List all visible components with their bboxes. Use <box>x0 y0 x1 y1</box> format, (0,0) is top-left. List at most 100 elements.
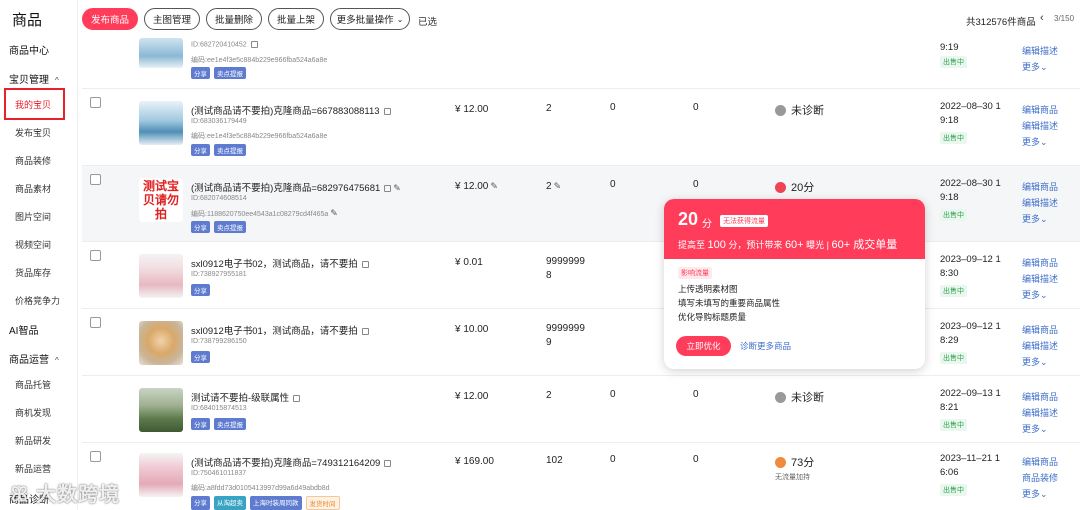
sidebar-item-product-hosting[interactable]: 商品托管 <box>15 378 51 391</box>
product-thumbnail[interactable] <box>139 254 183 298</box>
edit-desc-link[interactable]: 编辑描述 <box>1022 44 1058 57</box>
row-checkbox[interactable] <box>90 451 101 462</box>
copy-icon[interactable] <box>293 394 301 402</box>
edit-desc-link[interactable]: 编辑描述 <box>1022 196 1058 209</box>
diagnosis[interactable]: 20分 <box>775 179 814 195</box>
copy-icon[interactable] <box>384 459 392 467</box>
copy-icon[interactable] <box>384 184 392 192</box>
product-title[interactable]: (测试商品请不要拍)克隆商品=749312164209 <box>191 455 392 469</box>
optimize-now-button[interactable]: 立即优化 <box>676 336 731 356</box>
more-label: 更多 <box>1022 137 1041 147</box>
selling-point-tag[interactable]: 卖点提报 <box>214 67 246 79</box>
diagnosis[interactable]: 73分 <box>775 454 814 470</box>
edit-desc-link[interactable]: 编辑描述 <box>1022 119 1058 132</box>
selling-point-tag[interactable]: 卖点提报 <box>214 418 246 430</box>
product-code: 编码:ee1e4f3e5c884b229e966fba524a6a8e <box>191 133 328 140</box>
sidebar-item-price-competitiveness[interactable]: 价格竞争力 <box>15 294 60 307</box>
table-row: (测试商品请不要拍)克隆商品=667883088113 ID:683036179… <box>82 89 1080 166</box>
price: ¥ 0.01 <box>455 257 483 268</box>
edit-product-link[interactable]: 编辑商品 <box>1022 180 1058 193</box>
share-tag[interactable]: 分享 <box>191 351 210 363</box>
product-thumbnail[interactable] <box>139 453 183 497</box>
sidebar-item-new-rd[interactable]: 新品研发 <box>15 434 51 447</box>
price[interactable]: ¥ 12.00 ✎ <box>455 181 498 192</box>
edit-product-link[interactable]: 编辑商品 <box>1022 323 1058 336</box>
copy-icon[interactable] <box>250 41 258 48</box>
product-thumbnail[interactable] <box>139 101 183 145</box>
sidebar-item-publish-baby[interactable]: 发布宝贝 <box>15 126 51 139</box>
prev-page-icon[interactable]: ‹ <box>1040 12 1044 24</box>
batch-list-button[interactable]: 批量上架 <box>268 8 324 30</box>
copy-icon[interactable] <box>383 107 391 115</box>
product-title[interactable]: sxl0912电子书02，测试商品，请不要拍 <box>191 256 369 270</box>
product-thumbnail[interactable] <box>139 38 183 68</box>
sidebar-group-baby-manage[interactable]: 宝贝管理 ^ <box>9 71 59 86</box>
share-tag[interactable]: 分享 <box>191 496 210 510</box>
more-link[interactable]: 更多⌄ <box>1022 355 1048 368</box>
more-link[interactable]: 更多⌄ <box>1022 288 1048 301</box>
edit-icon[interactable]: ✎ <box>393 183 401 193</box>
share-tag[interactable]: 分享 <box>191 418 210 430</box>
product-title[interactable]: sxl0912电子书01，测试商品，请不要拍 <box>191 323 369 337</box>
edit-product-link[interactable]: 编辑商品 <box>1022 390 1058 403</box>
product-thumbnail[interactable] <box>139 321 183 365</box>
sidebar-item-image-space[interactable]: 图片空间 <box>15 210 51 223</box>
share-tag[interactable]: 分享 <box>191 144 210 156</box>
edit-desc-link[interactable]: 编辑描述 <box>1022 406 1058 419</box>
sidebar-item-product-decor[interactable]: 商品装修 <box>15 154 51 167</box>
row-checkbox[interactable] <box>90 174 101 185</box>
ship-time-tag[interactable]: 发货时间 <box>305 496 340 510</box>
sidebar-item-product-material[interactable]: 商品素材 <box>15 182 51 195</box>
sidebar-item-opportunity[interactable]: 商机发现 <box>15 406 51 419</box>
popup-improve-line: 提高至 100 分，预计带来 60+ 曝光 | 60+ 成交单量 <box>678 239 898 251</box>
sidebar-item-inventory[interactable]: 货品库存 <box>15 266 51 279</box>
copy-icon[interactable] <box>361 260 369 268</box>
selling-point-tag[interactable]: 卖点提报 <box>214 221 246 233</box>
product-thumbnail[interactable]: 测试宝贝请勿拍 <box>139 178 183 222</box>
sidebar-item-ai-product[interactable]: AI智品 <box>9 322 38 337</box>
table-row: (测试商品请不要拍)克隆商品=749312164209 ID:750461011… <box>82 443 1080 510</box>
diagnosis[interactable]: 未诊断 <box>775 389 824 405</box>
product-decor-link[interactable]: 商品装修 <box>1022 471 1058 484</box>
more-link[interactable]: 更多⌄ <box>1022 135 1048 148</box>
share-tag[interactable]: 分享 <box>191 284 210 296</box>
edit-desc-link[interactable]: 编辑描述 <box>1022 339 1058 352</box>
sales: 0 <box>610 454 616 465</box>
tao-tag[interactable]: 从淘超卖 <box>214 496 246 510</box>
more-link[interactable]: 更多⌄ <box>1022 422 1048 435</box>
diagnose-more-link[interactable]: 诊断更多商品 <box>740 340 791 352</box>
edit-product-link[interactable]: 编辑商品 <box>1022 455 1058 468</box>
more-link[interactable]: 更多⌄ <box>1022 60 1048 73</box>
sidebar-item-product-center[interactable]: 商品中心 <box>9 42 49 57</box>
product-title[interactable]: (测试商品请不要拍)克隆商品=667883088113 <box>191 103 391 117</box>
sidebar-item-new-ops[interactable]: 新品运营 <box>15 462 51 475</box>
sidebar-item-video-space[interactable]: 视频空间 <box>15 238 51 251</box>
product-thumbnail[interactable] <box>139 388 183 432</box>
edit-icon[interactable]: ✎ <box>330 208 338 218</box>
more-batch-label: 更多批量操作 <box>336 15 394 26</box>
more-link[interactable]: 更多⌄ <box>1022 212 1048 225</box>
publish-product-button[interactable]: 发布商品 <box>82 8 138 30</box>
edit-product-link[interactable]: 编辑商品 <box>1022 256 1058 269</box>
stock[interactable]: 2 ✎ <box>546 179 561 194</box>
row-checkbox[interactable] <box>90 317 101 328</box>
selling-point-tag[interactable]: 卖点提报 <box>214 144 246 156</box>
row-checkbox[interactable] <box>90 97 101 108</box>
sales: 0 <box>610 102 616 113</box>
product-title[interactable]: (测试商品请不要拍)克隆商品=682976475681 ✎ <box>191 180 401 194</box>
share-tag[interactable]: 分享 <box>191 67 210 79</box>
sidebar-item-my-baby[interactable]: 我的宝贝 <box>15 98 51 111</box>
fashion-week-tag[interactable]: 上海时装周同款 <box>250 496 302 510</box>
edit-desc-link[interactable]: 编辑描述 <box>1022 272 1058 285</box>
row-checkbox[interactable] <box>90 250 101 261</box>
edit-product-link[interactable]: 编辑商品 <box>1022 103 1058 116</box>
more-batch-button[interactable]: 更多批量操作 ⌄ <box>330 8 410 30</box>
diagnosis[interactable]: 未诊断 <box>775 102 824 118</box>
share-tag[interactable]: 分享 <box>191 221 210 233</box>
more-link[interactable]: 更多⌄ <box>1022 487 1048 500</box>
batch-delete-button[interactable]: 批量删除 <box>206 8 262 30</box>
copy-icon[interactable] <box>361 327 369 335</box>
main-image-button[interactable]: 主图管理 <box>144 8 200 30</box>
product-title[interactable]: 测试请不要拍-级联属性 <box>191 390 301 404</box>
sidebar-group-product-ops[interactable]: 商品运营 ^ <box>9 351 59 366</box>
